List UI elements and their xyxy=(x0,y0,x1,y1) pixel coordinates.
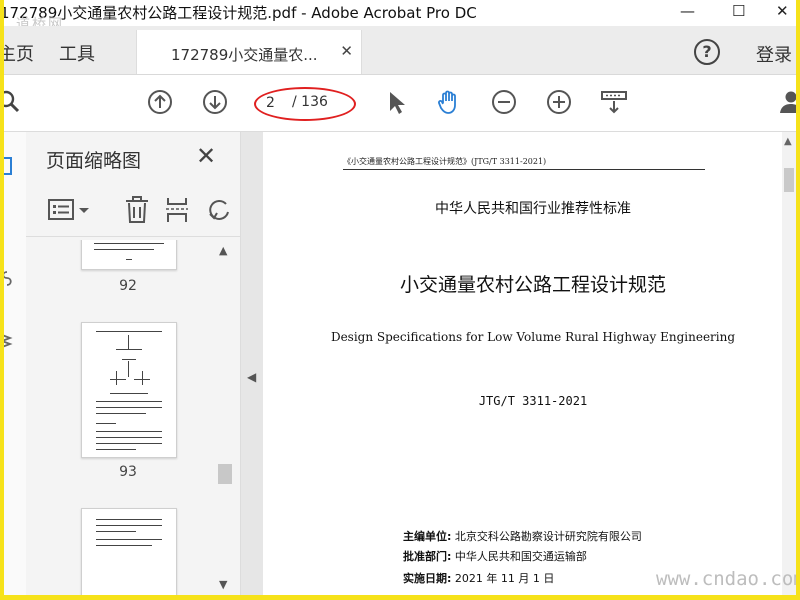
panel-toolbar xyxy=(26,184,240,237)
editor-value: 北京交科公路勘察设计研究院有限公司 xyxy=(454,530,642,543)
scroll-up-icon[interactable]: ▲ xyxy=(784,136,792,147)
maximize-button[interactable]: ☐ xyxy=(732,2,745,20)
approver-value: 中华人民共和国交通运输部 xyxy=(454,550,587,563)
date-value: 2021 年 11 月 1 日 xyxy=(454,572,555,585)
date-label: 实施日期: xyxy=(403,572,452,585)
document-scrollbar[interactable]: ▲ xyxy=(782,132,796,595)
tab-document-label: 172789小交通量农... xyxy=(171,46,318,64)
standard-type: 中华人民共和国行业推荐性标准 xyxy=(435,201,631,217)
watermark-bottom-right: www.cndao.com xyxy=(656,568,796,590)
panel-collapse-rail[interactable]: ◀ xyxy=(241,132,263,595)
page-navigator: / 136 xyxy=(254,87,356,121)
scrollbar-thumb[interactable] xyxy=(218,464,232,484)
help-icon[interactable]: ? xyxy=(694,39,720,65)
thumbnail-page-93[interactable] xyxy=(81,322,177,458)
select-cursor-icon[interactable] xyxy=(384,89,410,115)
page-number-label: 92 xyxy=(119,278,137,294)
zoom-out-icon[interactable] xyxy=(491,89,517,115)
document-scrollbar-thumb[interactable] xyxy=(784,168,794,192)
approver-label: 批准部门: xyxy=(403,550,452,563)
extract-page-icon[interactable] xyxy=(164,196,190,224)
header-rule xyxy=(343,169,705,170)
running-header: 《小交通量农村公路工程设计规范》(JTG/T 3311-2021) xyxy=(343,157,547,166)
close-tab-icon[interactable]: ✕ xyxy=(340,42,353,60)
delete-page-icon[interactable] xyxy=(124,196,150,224)
app-window: 172789小交通量农村公路工程设计规范.pdf - Adobe Acrobat… xyxy=(4,0,796,595)
thumbnail-list: 92 93 xyxy=(26,240,216,595)
layers-icon[interactable] xyxy=(4,332,14,350)
tab-home[interactable]: 主页 xyxy=(4,40,34,66)
collapse-arrow-icon[interactable]: ◀ xyxy=(247,370,256,384)
tab-document[interactable]: 172789小交通量农... ✕ xyxy=(136,30,362,74)
zoom-in-icon[interactable] xyxy=(546,89,572,115)
document-title-english: Design Specifications for Low Volume Rur… xyxy=(330,330,736,344)
document-page: 《小交通量农村公路工程设计规范》(JTG/T 3311-2021) 中华人民共和… xyxy=(263,132,773,595)
document-view[interactable]: 《小交通量农村公路工程设计规范》(JTG/T 3311-2021) 中华人民共和… xyxy=(263,132,796,595)
date-line: 实施日期: 2021 年 11 月 1 日 xyxy=(403,570,554,586)
title-bar: 172789小交通量农村公路工程设计规范.pdf - Adobe Acrobat… xyxy=(4,0,796,26)
search-icon[interactable] xyxy=(4,89,24,115)
next-page-icon[interactable] xyxy=(202,89,228,115)
approver-line: 批准部门: 中华人民共和国交通运输部 xyxy=(403,548,587,564)
close-panel-icon[interactable]: ✕ xyxy=(196,142,216,170)
fit-page-icon[interactable] xyxy=(601,89,627,115)
toolbar: / 136 xyxy=(4,75,796,132)
window-title: 172789小交通量农村公路工程设计规范.pdf - Adobe Acrobat… xyxy=(4,4,477,22)
thumbnail-scrollbar[interactable]: ▲ ▼ xyxy=(216,240,234,595)
login-button[interactable]: 登录 xyxy=(756,41,792,67)
thumbnail-options-icon[interactable] xyxy=(48,198,92,222)
panel-title: 页面缩略图 xyxy=(46,150,142,172)
editor-line: 主编单位: 北京交科公路勘察设计研究院有限公司 xyxy=(403,528,642,544)
navigation-strip xyxy=(4,132,27,595)
close-window-button[interactable]: ✕ xyxy=(776,2,789,20)
hand-tool-icon[interactable] xyxy=(436,89,462,115)
thumbnail-page-94[interactable] xyxy=(81,508,177,595)
standard-code: JTG/T 3311-2021 xyxy=(478,394,588,408)
rotate-page-icon[interactable] xyxy=(206,196,232,224)
page-number-label: 93 xyxy=(119,464,137,480)
highlight-ring xyxy=(254,87,356,121)
tab-tools[interactable]: 工具 xyxy=(59,40,95,66)
previous-page-icon[interactable] xyxy=(147,89,173,115)
thumbnail-page-92[interactable] xyxy=(81,240,177,270)
user-account-icon[interactable] xyxy=(778,89,796,115)
minimize-button[interactable]: — xyxy=(680,2,695,20)
thumbnails-panel: 页面缩略图 ✕ 92 93 ▲ ▼ xyxy=(26,132,241,595)
editor-label: 主编单位: xyxy=(403,530,452,543)
page-thumbnails-icon[interactable] xyxy=(4,156,14,176)
tab-bar: 主页 工具 172789小交通量农... ✕ ? 登录 xyxy=(4,26,796,75)
document-title: 小交通量农村公路工程设计规范 xyxy=(399,274,666,296)
attachments-icon[interactable] xyxy=(4,270,14,288)
